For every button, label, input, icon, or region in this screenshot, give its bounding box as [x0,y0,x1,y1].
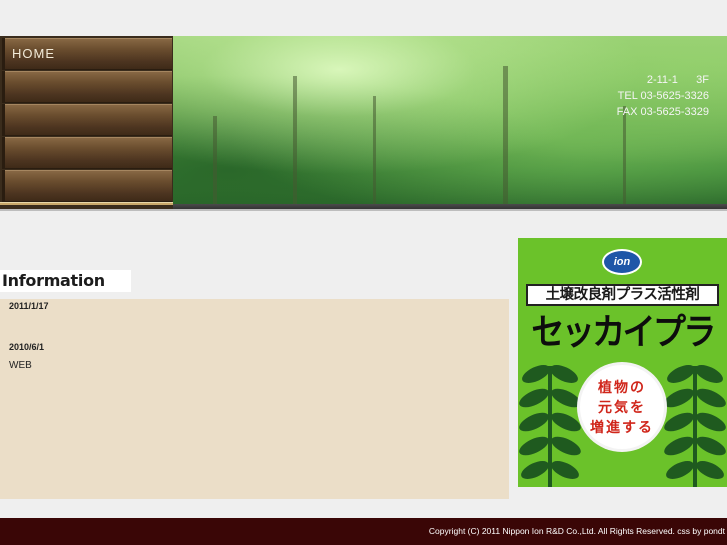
ion-logo: ion [602,249,642,275]
address-line: 2-11-1 3F [646,74,709,86]
nav-item-3[interactable] [2,104,172,136]
nav-item-home[interactable]: HOME [2,38,172,70]
hero-forest-image: 2-11-1 3F TEL 03-5625-3326 FAX 03-5625-3… [173,36,727,204]
circle-line: 増進する [590,420,654,436]
news-date: 2011/1/17 [9,301,49,311]
nav-item-5[interactable] [2,170,172,202]
header: HOME 2-11-1 3F TEL 03-5625-3326 FAX 03-5… [0,36,727,211]
banner-title: セッカイプラス [531,312,716,399]
news-date: 2010/6/1 [9,342,45,352]
circle-line: 植物の [598,380,646,396]
header-divider [0,209,727,211]
main-nav: HOME [0,36,173,211]
nav-item-4[interactable] [2,137,172,169]
nav-item-2[interactable] [2,71,172,103]
information-heading: Information [0,270,131,292]
footer: Copyright (C) 2011 Nippon Ion R&D Co.,Lt… [0,518,727,545]
copyright-text: Copyright (C) 2011 Nippon Ion R&D Co.,Lt… [428,526,725,536]
news-panel: 2011/1/17 2010/6/1 WEB [0,299,509,499]
product-banner[interactable]: ion 土壌改良剤プラス活性剤 セッカイプラス [518,238,727,487]
phone-number: TEL 03-5625-3326 [617,90,709,102]
news-text[interactable]: WEB [9,360,32,371]
nav-active-underline [0,202,173,205]
banner-subtitle: 土壌改良剤プラス活性剤 [526,284,719,306]
circle-line: 元気を [598,400,646,416]
company-address: 2-11-1 3F TEL 03-5625-3326 FAX 03-5625-3… [617,72,709,120]
banner-circle-text: 植物の 元気を 増進する [584,378,660,438]
fax-number: FAX 03-5625-3329 [616,106,709,118]
